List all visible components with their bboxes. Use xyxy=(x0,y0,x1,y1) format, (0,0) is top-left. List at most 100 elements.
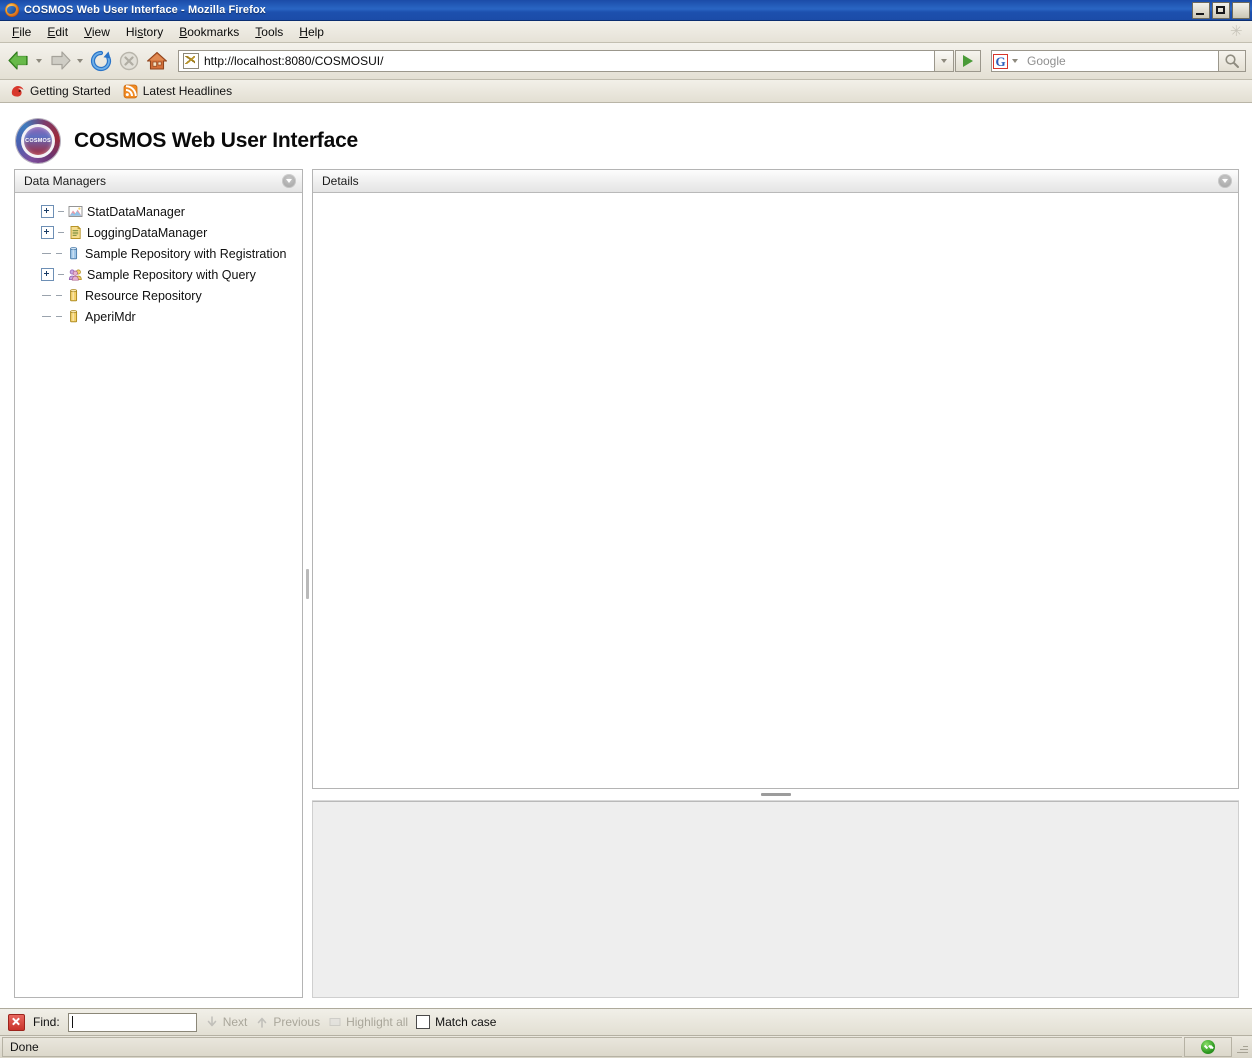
firefox-bookmark-icon xyxy=(10,84,25,99)
close-button[interactable] xyxy=(1232,1,1250,19)
menu-file[interactable]: File xyxy=(4,23,39,41)
page-title: COSMOS Web User Interface xyxy=(74,129,359,152)
details-panel: Details xyxy=(312,169,1239,789)
tree-item-label: StatDataManager xyxy=(87,204,185,219)
menu-bookmarks[interactable]: Bookmarks xyxy=(171,23,247,41)
menu-view[interactable]: View xyxy=(76,23,118,41)
bookmark-latest-headlines-label: Latest Headlines xyxy=(142,84,233,98)
blue-database-icon xyxy=(66,246,81,261)
security-indicator[interactable] xyxy=(1184,1037,1232,1057)
tree-item-label: Sample Repository with Query xyxy=(87,267,256,282)
find-match-case-label: Match case xyxy=(435,1015,497,1029)
splitter-grip xyxy=(306,568,309,599)
menu-edit[interactable]: Edit xyxy=(39,23,76,41)
find-previous-label: Previous xyxy=(273,1015,321,1029)
tree-item-label: Resource Repository xyxy=(85,288,202,303)
forward-button xyxy=(47,49,86,73)
data-managers-collapse-button[interactable] xyxy=(282,174,296,188)
horizontal-splitter[interactable] xyxy=(312,789,1239,801)
menu-help-rest: elp xyxy=(307,24,324,39)
url-dropdown-button[interactable] xyxy=(934,50,954,72)
tree-leaf-connector xyxy=(41,311,52,322)
tree-item-sample-repository-with-query[interactable]: Sample Repository with Query xyxy=(15,264,302,285)
arrow-up-icon xyxy=(255,1015,269,1029)
url-input[interactable]: http://localhost:8080/COSMOSUI/ xyxy=(178,50,934,72)
reload-icon xyxy=(90,50,112,72)
tree-connector xyxy=(58,274,64,275)
stop-icon xyxy=(119,51,139,71)
tree-leaf-connector xyxy=(41,290,52,301)
details-panel-body xyxy=(313,193,1238,788)
secure-check-icon xyxy=(1201,1040,1215,1054)
rss-feed-icon xyxy=(123,84,138,99)
find-label: Find: xyxy=(33,1015,60,1029)
title-bar: COSMOS Web User Interface - Mozilla Fire… xyxy=(0,0,1252,21)
search-placeholder: Google xyxy=(1027,54,1066,68)
bookmark-latest-headlines[interactable]: Latest Headlines xyxy=(123,84,232,99)
search-input[interactable]: Google xyxy=(1022,50,1218,72)
chart-image-icon xyxy=(68,204,83,219)
tree-item-sample-repository-with-registration[interactable]: Sample Repository with Registration xyxy=(15,243,302,264)
search-bar[interactable]: G Google xyxy=(991,50,1246,72)
maximize-button[interactable] xyxy=(1212,1,1230,19)
tree-item-loggingdatamanager[interactable]: LoggingDataManager xyxy=(15,222,302,243)
back-button[interactable] xyxy=(6,49,45,73)
gear-icon[interactable] xyxy=(1230,22,1244,40)
menu-help[interactable]: Help xyxy=(291,23,332,41)
data-managers-panel-body: StatDataManager LoggingDataManager Sampl… xyxy=(15,193,302,997)
find-highlight-all-button: Highlight all xyxy=(328,1015,408,1029)
search-icon xyxy=(1225,54,1239,68)
search-submit-button[interactable] xyxy=(1218,50,1246,72)
app-header: COSMOS COSMOS Web User Interface xyxy=(0,103,1252,175)
chevron-down-icon xyxy=(941,59,947,63)
details-collapse-button[interactable] xyxy=(1218,174,1232,188)
expand-toggle[interactable] xyxy=(41,226,54,239)
expand-toggle[interactable] xyxy=(41,205,54,218)
find-previous-button: Previous xyxy=(255,1015,320,1029)
menu-history[interactable]: History xyxy=(118,23,171,41)
tree-item-resource-repository[interactable]: Resource Repository xyxy=(15,285,302,306)
find-next-button: Next xyxy=(205,1015,247,1029)
tree-connector xyxy=(56,253,62,254)
navigation-toolbar: http://localhost:8080/COSMOSUI/ G Google xyxy=(0,43,1252,80)
data-managers-panel: Data Managers StatDataManager LoggingDat… xyxy=(14,169,303,998)
browser-window: COSMOS Web User Interface - Mozilla Fire… xyxy=(0,0,1252,1058)
search-engine-selector[interactable]: G xyxy=(991,50,1022,72)
tree-item-statdatamanager[interactable]: StatDataManager xyxy=(15,201,302,222)
find-bar: Find: Next Previous Highlight all Match … xyxy=(0,1008,1252,1035)
google-logo-icon: G xyxy=(993,53,1008,69)
arrow-down-icon xyxy=(205,1015,219,1029)
window-title: COSMOS Web User Interface - Mozilla Fire… xyxy=(24,4,266,16)
find-match-case-checkbox[interactable]: Match case xyxy=(416,1015,496,1029)
menu-tools[interactable]: Tools xyxy=(247,23,291,41)
tree-item-label: LoggingDataManager xyxy=(87,225,208,240)
reload-button[interactable] xyxy=(88,48,114,74)
details-panel-title: Details xyxy=(322,174,359,188)
minimize-button[interactable] xyxy=(1192,1,1210,19)
details-panel-header: Details xyxy=(313,170,1238,193)
bookmark-getting-started[interactable]: Getting Started xyxy=(10,84,111,99)
data-managers-panel-title: Data Managers xyxy=(24,174,107,188)
menu-edit-rest: dit xyxy=(55,24,69,39)
panel-container: Data Managers StatDataManager LoggingDat… xyxy=(14,169,1239,998)
tree-leaf-connector xyxy=(41,248,52,259)
vertical-splitter[interactable] xyxy=(303,169,312,998)
go-button[interactable] xyxy=(955,50,981,72)
text-caret xyxy=(71,1016,73,1028)
chevron-down-icon xyxy=(1222,179,1228,183)
tree-connector xyxy=(58,211,64,212)
expand-toggle[interactable] xyxy=(41,268,54,281)
find-input[interactable] xyxy=(67,1012,197,1032)
home-button[interactable] xyxy=(144,48,170,74)
bookmarks-toolbar: Getting Started Latest Headlines xyxy=(0,80,1252,103)
data-managers-tree: StatDataManager LoggingDataManager Sampl… xyxy=(15,193,302,327)
find-close-button[interactable] xyxy=(8,1013,25,1031)
address-bar[interactable]: http://localhost:8080/COSMOSUI/ xyxy=(178,50,981,72)
back-dropdown-icon[interactable] xyxy=(36,59,42,63)
menu-tools-rest: ools xyxy=(261,24,284,39)
window-resize-grip[interactable] xyxy=(1234,1038,1250,1056)
chevron-down-icon xyxy=(286,179,292,183)
tree-connector xyxy=(56,316,62,317)
go-arrow-icon xyxy=(963,55,973,67)
tree-item-aperimdr[interactable]: AperiMdr xyxy=(15,306,302,327)
